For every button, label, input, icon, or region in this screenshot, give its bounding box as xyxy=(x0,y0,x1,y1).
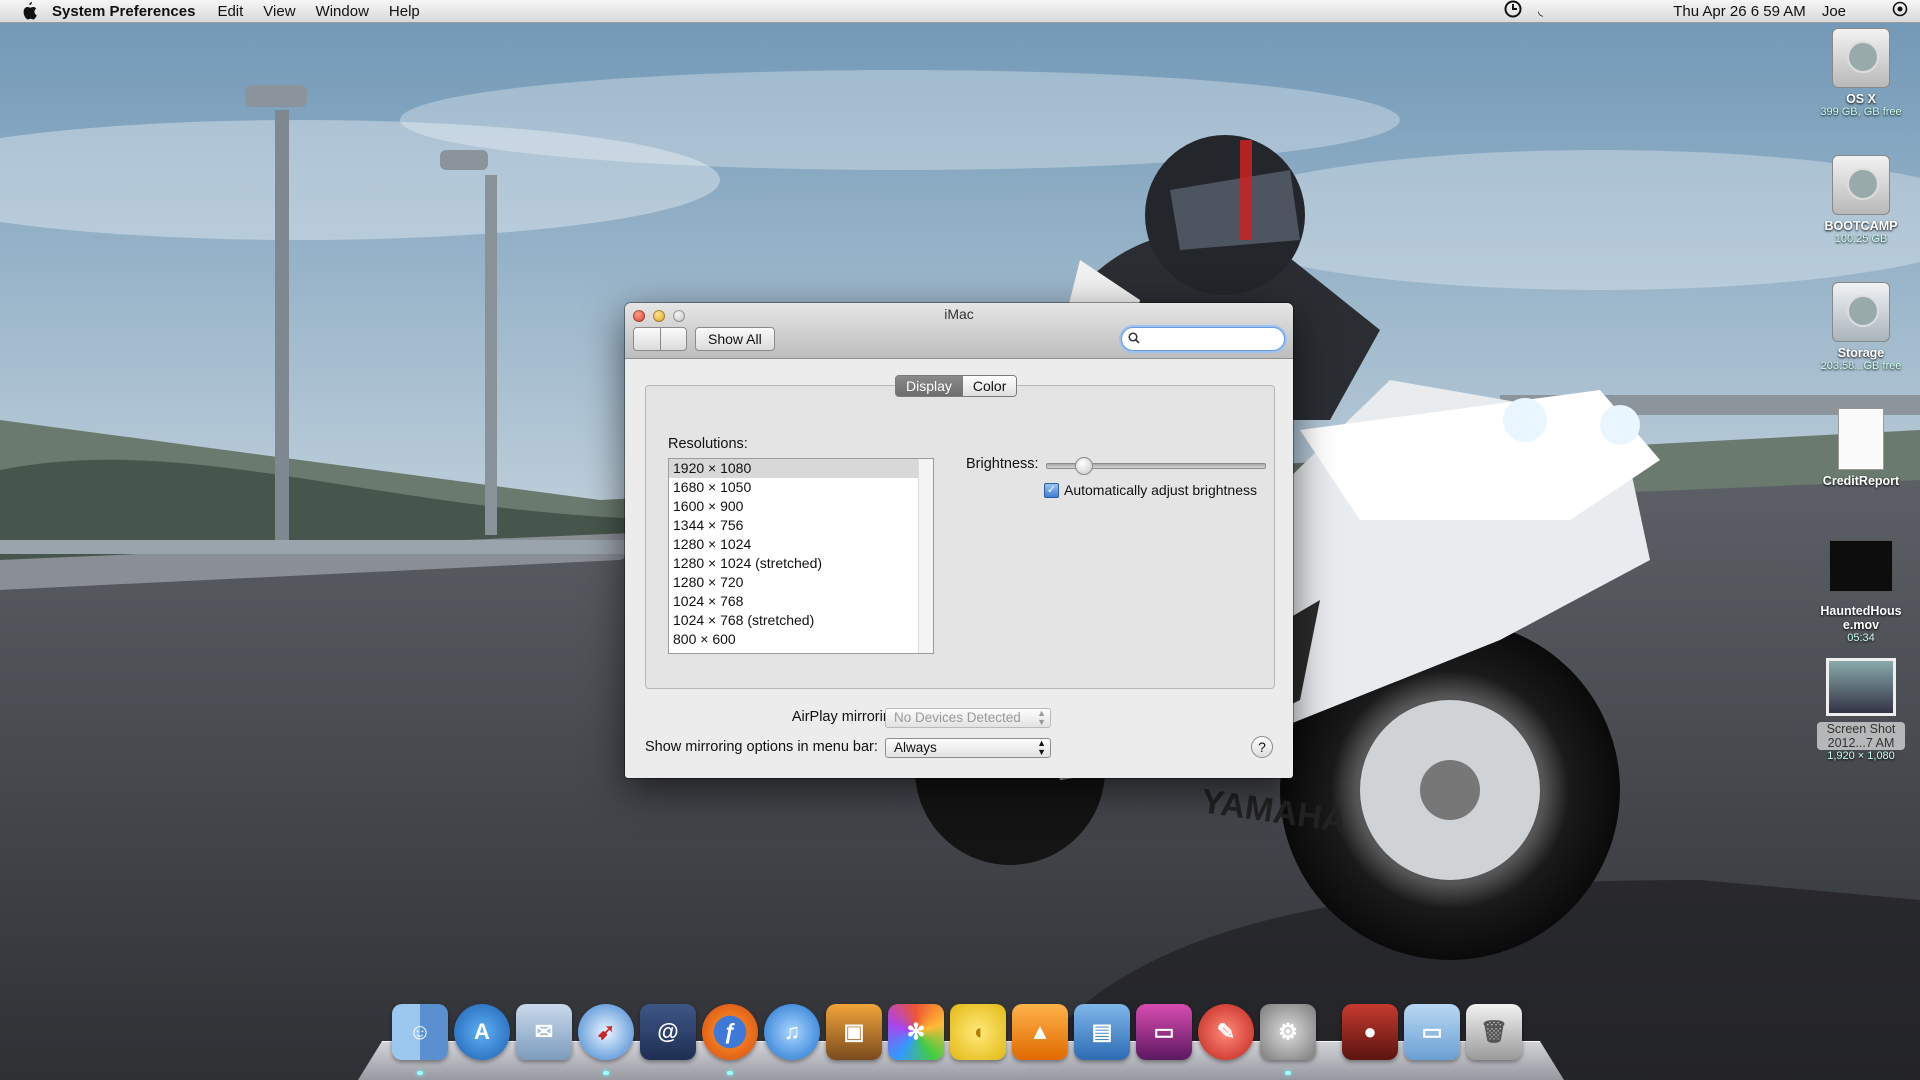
airplay-mirroring-popup[interactable]: No Devices Detected ▲ ▼ xyxy=(885,708,1051,728)
auto-brightness-checkbox[interactable]: ✓ xyxy=(1044,482,1059,498)
desktop-icon-creditreport[interactable]: CreditReport xyxy=(1806,408,1916,488)
folder-icon[interactable]: ▭ xyxy=(1404,1004,1460,1060)
menu-app-name[interactable]: System Preferences xyxy=(52,3,195,20)
resolutions-label: Resolutions: xyxy=(668,436,748,452)
resolution-item[interactable]: 1344 × 756 xyxy=(669,516,933,535)
menu-window[interactable]: Window xyxy=(316,3,369,20)
brightness-slider-knob[interactable] xyxy=(1075,457,1093,475)
menu-clock[interactable]: Thu Apr 26 6 59 AM xyxy=(1673,3,1806,20)
popup-arrows-icon: ▲ ▼ xyxy=(1037,708,1046,727)
hard-drive-icon xyxy=(1832,28,1890,88)
desktop-icon-info: 100.25 GB xyxy=(1834,233,1888,245)
resolution-item[interactable]: 1024 × 768 xyxy=(669,592,933,611)
angry-birds-icon[interactable]: ● xyxy=(1342,1004,1398,1060)
desktop-icon-label: HauntedHous e.mov xyxy=(1820,604,1902,632)
mirroring-options-label: Show mirroring options in menu bar: xyxy=(645,739,878,755)
search-input[interactable] xyxy=(1144,330,1278,350)
time-machine-menu-icon[interactable] xyxy=(1504,0,1522,22)
mirroring-options-value: Always xyxy=(894,740,937,755)
show-all-button[interactable]: Show All xyxy=(695,327,775,351)
running-indicator xyxy=(1285,1071,1291,1075)
running-indicator xyxy=(417,1071,423,1075)
search-icon xyxy=(1128,332,1140,348)
brightness-label: Brightness: xyxy=(966,456,1039,472)
preview-icon[interactable]: ▤ xyxy=(1074,1004,1130,1060)
desktop-icon-screenshot[interactable]: Screen Shot 2012...7 AM 1,920 × 1,080 xyxy=(1806,658,1916,763)
back-button[interactable] xyxy=(634,328,661,350)
address-book-icon[interactable]: @ xyxy=(640,1004,696,1060)
desktop-icon-info: 05:34 xyxy=(1847,632,1875,644)
system-preferences-icon[interactable]: ⚙ xyxy=(1260,1004,1316,1060)
popup-arrows-icon: ▲ ▼ xyxy=(1037,738,1046,757)
airplay-mirroring-value: No Devices Detected xyxy=(894,710,1021,725)
firefox-icon[interactable]: ƒ xyxy=(702,1004,758,1060)
resolution-item[interactable]: 1280 × 720 xyxy=(669,573,933,592)
mail-icon[interactable]: ✉ xyxy=(516,1004,572,1060)
wifi-menu-icon[interactable]: ◟ xyxy=(1538,3,1543,19)
dock: ☺ A ✉ ➹ @ ƒ ♫ ▣ ✻ ◖ ▲ ▤ ▭ ✎ ⚙ ● ▭ 🗑 xyxy=(358,998,1564,1080)
resolutions-list[interactable]: 1920 × 1080 1680 × 1050 1600 × 900 1344 … xyxy=(668,458,934,654)
desktop-icon-info: 1,920 × 1,080 xyxy=(1827,750,1895,762)
help-button[interactable]: ? xyxy=(1251,736,1273,758)
menu-help[interactable]: Help xyxy=(389,3,420,20)
menu-edit[interactable]: Edit xyxy=(217,3,243,20)
resolution-item[interactable]: 1920 × 1080 xyxy=(669,459,933,478)
tab-color[interactable]: Color xyxy=(961,376,1017,396)
menu-bar: System Preferences Edit View Window Help… xyxy=(0,0,1920,23)
running-indicator xyxy=(603,1071,609,1075)
resolution-item[interactable]: 1280 × 1024 xyxy=(669,535,933,554)
resolution-item[interactable]: 1680 × 1050 xyxy=(669,478,933,497)
resolution-item[interactable]: 1024 × 768 (stretched) xyxy=(669,611,933,630)
safari-icon[interactable]: ➹ xyxy=(578,1004,634,1060)
desktop-icon-info: 399 GB, GB free xyxy=(1820,106,1902,118)
window-toolbar: iMac Show All xyxy=(625,303,1293,359)
resolutions-scrollbar[interactable] xyxy=(918,459,933,653)
vlc-icon[interactable]: ▲ xyxy=(1012,1004,1068,1060)
resolution-item[interactable]: 1280 × 1024 (stretched) xyxy=(669,554,933,573)
screenshot-file-icon xyxy=(1826,658,1896,716)
app-store-icon[interactable]: A xyxy=(454,1004,510,1060)
desktop-icon-storage[interactable]: Storage 203.58...GB free xyxy=(1806,282,1916,373)
hard-drive-icon xyxy=(1832,155,1890,215)
desktop-icon-bootcamp[interactable]: BOOTCAMP 100.25 GB xyxy=(1806,155,1916,246)
time-machine-drive-icon xyxy=(1832,282,1890,342)
brightness-slider[interactable] xyxy=(1046,457,1266,475)
search-field[interactable] xyxy=(1121,327,1285,351)
desktop-icon-osx[interactable]: OS X 399 GB, GB free xyxy=(1806,28,1916,119)
resolution-item[interactable]: 800 × 600 xyxy=(669,630,933,649)
apple-menu-icon[interactable] xyxy=(18,2,40,20)
display-tab-panel: Resolutions: 1920 × 1080 1680 × 1050 160… xyxy=(645,385,1275,689)
forward-button[interactable] xyxy=(661,328,687,350)
spotlight-icon[interactable] xyxy=(1892,1,1908,21)
back-forward-buttons xyxy=(633,327,687,351)
mirroring-options-popup[interactable]: Always ▲ ▼ xyxy=(885,738,1051,758)
desktop-icon-label: Storage xyxy=(1837,346,1885,360)
resolution-item[interactable]: 1600 × 900 xyxy=(669,497,933,516)
menu-user[interactable]: Joe xyxy=(1822,3,1846,20)
desktop-icon-info: 203.58...GB free xyxy=(1820,360,1902,372)
window-title: iMac xyxy=(944,306,974,322)
desktop-icon-label: OS X xyxy=(1846,92,1876,106)
auto-brightness-label: Automatically adjust brightness xyxy=(1064,482,1257,498)
auto-brightness-checkbox-row[interactable]: ✓ Automatically adjust brightness xyxy=(1044,482,1257,498)
iphoto-icon[interactable]: ▣ xyxy=(826,1004,882,1060)
itunes-icon[interactable]: ♫ xyxy=(764,1004,820,1060)
running-indicator xyxy=(727,1071,733,1075)
desktop-icon-label: CreditReport xyxy=(1822,474,1900,488)
movie-file-icon xyxy=(1829,540,1893,592)
cyberduck-icon[interactable]: ◖ xyxy=(950,1004,1006,1060)
imac-icon[interactable]: ▭ xyxy=(1136,1004,1192,1060)
pinwheel-icon[interactable]: ✻ xyxy=(888,1004,944,1060)
desktop-icon-label: BOOTCAMP xyxy=(1824,219,1898,233)
menu-view[interactable]: View xyxy=(263,3,295,20)
tab-display[interactable]: Display xyxy=(896,376,962,396)
desktop-icon-label: Screen Shot 2012...7 AM xyxy=(1817,722,1905,750)
finder-icon[interactable]: ☺ xyxy=(392,1004,448,1060)
document-icon xyxy=(1838,408,1884,470)
tab-bar: Display Color xyxy=(895,375,1018,397)
display-preferences-window: iMac Show All Resolutions: 1920 × 1080 1… xyxy=(625,303,1293,778)
trash-icon[interactable]: 🗑 xyxy=(1466,1004,1522,1060)
desktop-icon-hauntedhouse[interactable]: HauntedHous e.mov 05:34 xyxy=(1806,540,1916,645)
cleanmymac-icon[interactable]: ✎ xyxy=(1198,1004,1254,1060)
